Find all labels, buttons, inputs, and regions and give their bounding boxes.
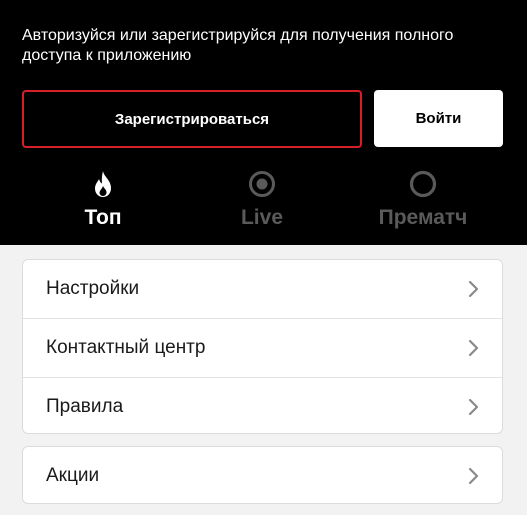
menu-item-label: Акции [46, 465, 100, 486]
menu-item-label: Правила [46, 396, 124, 417]
menu-item-promotions[interactable]: Акции [23, 447, 502, 505]
tab-top[interactable]: Топ [38, 170, 168, 240]
circle-icon [409, 170, 437, 198]
flame-icon [89, 170, 117, 198]
chevron-right-icon [468, 280, 479, 298]
menu-item-rules[interactable]: Правила [23, 377, 502, 436]
auth-prompt-text: Авторизуйся или зарегистрируйся для полу… [22, 27, 454, 64]
login-button[interactable]: Войти [374, 90, 503, 147]
tab-live-label: Live [240, 206, 284, 229]
menu-item-settings[interactable]: Настройки [23, 260, 502, 318]
chevron-right-icon [468, 398, 479, 416]
chevron-right-icon [468, 467, 479, 485]
target-icon [248, 170, 276, 198]
menu-item-label: Контактный центр [46, 337, 206, 358]
tab-live[interactable]: Live [197, 170, 327, 240]
auth-header: Авторизуйся или зарегистрируйся для полу… [0, 0, 527, 245]
promo-card: Акции [22, 446, 503, 504]
menu-card: Настройки Контактный центр Правила [22, 259, 503, 434]
menu-item-contact-center[interactable]: Контактный центр [23, 318, 502, 377]
tab-top-label: Топ [84, 206, 122, 229]
chevron-right-icon [468, 339, 479, 357]
tab-prematch-label: Прематч [378, 206, 468, 229]
menu-item-label: Настройки [46, 278, 140, 299]
tab-prematch[interactable]: Прематч [358, 170, 488, 240]
register-button[interactable]: Зарегистрироваться [22, 90, 362, 148]
